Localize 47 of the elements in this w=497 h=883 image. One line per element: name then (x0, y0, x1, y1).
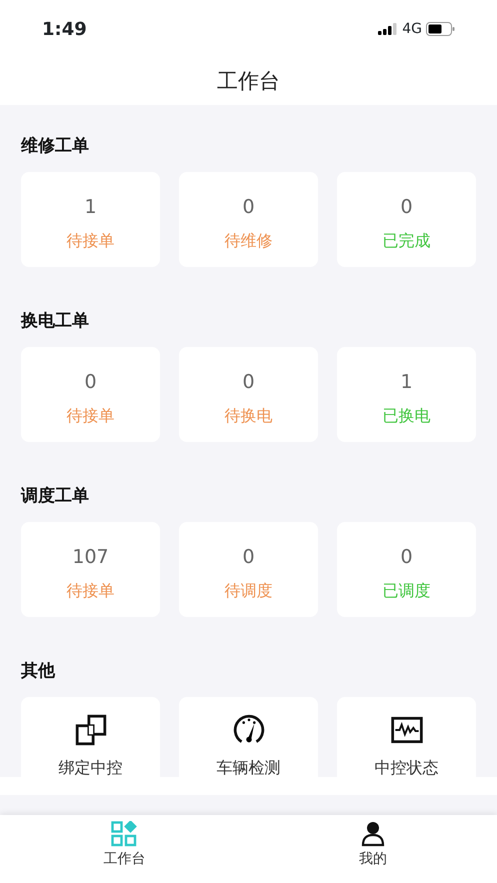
stat-count: 0 (242, 545, 255, 570)
stat-card[interactable]: 0 待接单 (21, 347, 160, 442)
link-squares-icon (74, 713, 108, 747)
stat-count: 1 (400, 370, 413, 395)
person-icon (360, 821, 385, 847)
section-title: 维修工单 (21, 135, 90, 158)
tool-label: 车辆检测 (216, 757, 280, 777)
stat-card[interactable]: 107 待接单 (21, 522, 160, 617)
battery-icon (426, 22, 455, 36)
stat-label: 待接单 (66, 405, 114, 427)
stat-count: 0 (242, 195, 255, 220)
grid-icon (111, 821, 138, 847)
section-title: 换电工单 (21, 310, 90, 333)
stat-count: 0 (400, 545, 413, 570)
stat-label: 待维修 (224, 230, 272, 252)
stat-card[interactable]: 0 待调度 (179, 522, 318, 617)
stat-card[interactable]: 0 待换电 (179, 347, 318, 442)
stat-card[interactable]: 1 已换电 (337, 347, 476, 442)
stat-label: 待接单 (66, 230, 114, 252)
stat-label: 已换电 (382, 405, 430, 427)
stat-count: 0 (400, 195, 413, 220)
page-title: 工作台 (217, 68, 280, 95)
tab-item[interactable]: 工作台 (0, 815, 248, 883)
stat-card[interactable]: 0 已调度 (337, 522, 476, 617)
tool-card[interactable]: 绑定中控 (21, 697, 160, 777)
stat-card[interactable]: 0 待维修 (179, 172, 318, 267)
stat-label: 已完成 (382, 230, 430, 252)
tab-item[interactable]: 我的 (248, 815, 497, 883)
tool-label: 绑定中控 (58, 757, 122, 777)
signal-icon (378, 23, 398, 35)
stat-label: 待换电 (224, 405, 272, 427)
section-title: 其他 (21, 660, 56, 683)
tool-card[interactable]: 中控状态 (337, 697, 476, 777)
stat-count: 0 (242, 370, 255, 395)
section-title: 调度工单 (21, 485, 90, 508)
status-time: 1:49 (42, 18, 87, 42)
network-label: 4G (402, 20, 422, 38)
stat-count: 107 (72, 545, 109, 570)
stat-count: 1 (84, 195, 97, 220)
stat-label: 已调度 (382, 580, 430, 602)
stat-label: 待调度 (224, 580, 272, 602)
tool-label: 中控状态 (374, 757, 438, 777)
stat-card[interactable]: 1 待接单 (21, 172, 160, 267)
stat-count: 0 (84, 370, 97, 395)
stat-card[interactable]: 0 已完成 (337, 172, 476, 267)
tool-card[interactable]: 车辆检测 (179, 697, 318, 777)
stat-label: 待接单 (66, 580, 114, 602)
